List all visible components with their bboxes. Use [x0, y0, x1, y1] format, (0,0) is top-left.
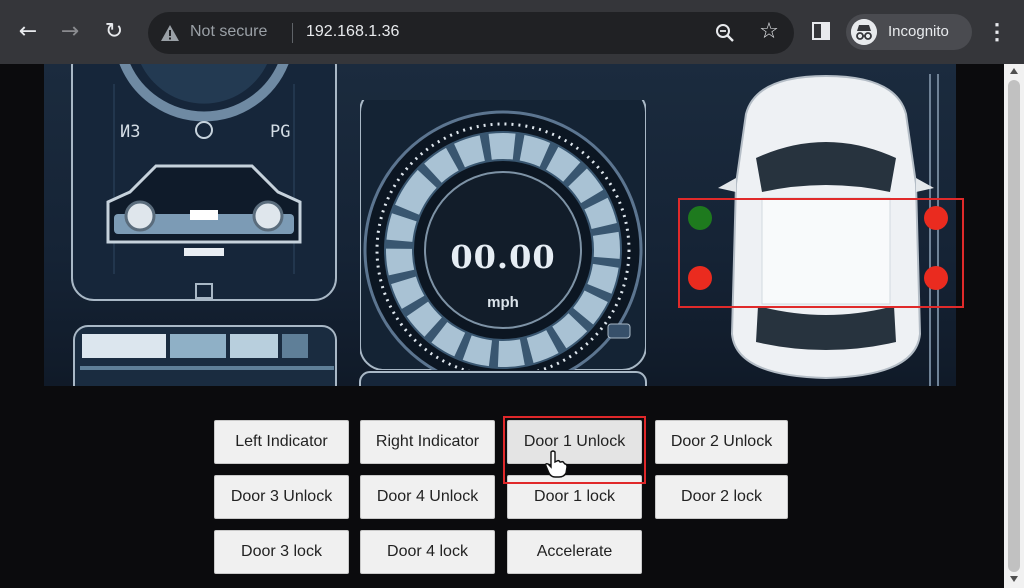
door-3-lock-button[interactable]: Door 3 lock [214, 530, 349, 574]
incognito-label: Incognito [888, 23, 949, 40]
left-gauge-label: ИЗ [120, 122, 141, 142]
door-front-left-indicator [688, 206, 712, 230]
accelerate-button[interactable]: Accelerate [507, 530, 642, 574]
side-panel-icon[interactable] [812, 22, 830, 40]
page-viewport: ИЗ PG 00.00 mph Left Indicator Right Ind… [0, 64, 1004, 588]
door-status-box [678, 198, 964, 308]
reload-icon[interactable]: ↻ [100, 18, 128, 46]
star-icon[interactable]: ☆ [756, 19, 782, 45]
scroll-thumb[interactable] [1008, 80, 1020, 572]
menu-icon[interactable]: ⋮ [986, 18, 1008, 46]
door-rear-left-indicator [688, 266, 712, 290]
security-label[interactable]: Not secure [190, 23, 267, 41]
page-scrollbar[interactable] [1004, 64, 1024, 588]
door-4-unlock-button[interactable]: Door 4 Unlock [360, 475, 495, 519]
right-gauge-label: PG [270, 122, 291, 142]
speedometer: 00.00 mph [360, 100, 646, 370]
omnibox-divider [292, 23, 293, 43]
forward-icon[interactable]: → [56, 18, 84, 46]
door-2-lock-button[interactable]: Door 2 lock [655, 475, 788, 519]
door-4-lock-button[interactable]: Door 4 lock [360, 530, 495, 574]
left-instrument-panel [71, 64, 337, 386]
click-highlight [503, 416, 646, 484]
door-3-unlock-button[interactable]: Door 3 Unlock [214, 475, 349, 519]
right-indicator-button[interactable]: Right Indicator [360, 420, 495, 464]
incognito-badge[interactable]: Incognito [846, 14, 972, 50]
hand-cursor-icon [545, 450, 567, 478]
browser-toolbar: ← → ↻ Not secure 192.168.1.36 ☆ Incognit… [0, 0, 1024, 64]
speed-readout: 00.00 [450, 238, 556, 276]
zoom-icon[interactable] [714, 22, 736, 44]
door-front-right-indicator [924, 206, 948, 230]
address-bar[interactable]: Not secure 192.168.1.36 ☆ [148, 12, 794, 54]
bottom-center-panel [359, 371, 647, 386]
back-icon[interactable]: ← [14, 18, 42, 46]
incognito-icon [851, 19, 877, 45]
warning-icon[interactable] [160, 23, 180, 43]
speed-unit: mph [487, 294, 519, 311]
scroll-down-icon[interactable] [1010, 576, 1018, 582]
url-text[interactable]: 192.168.1.36 [306, 23, 399, 41]
door-rear-right-indicator [924, 266, 948, 290]
scroll-up-icon[interactable] [1010, 68, 1018, 74]
door-2-unlock-button[interactable]: Door 2 Unlock [655, 420, 788, 464]
left-indicator-button[interactable]: Left Indicator [214, 420, 349, 464]
